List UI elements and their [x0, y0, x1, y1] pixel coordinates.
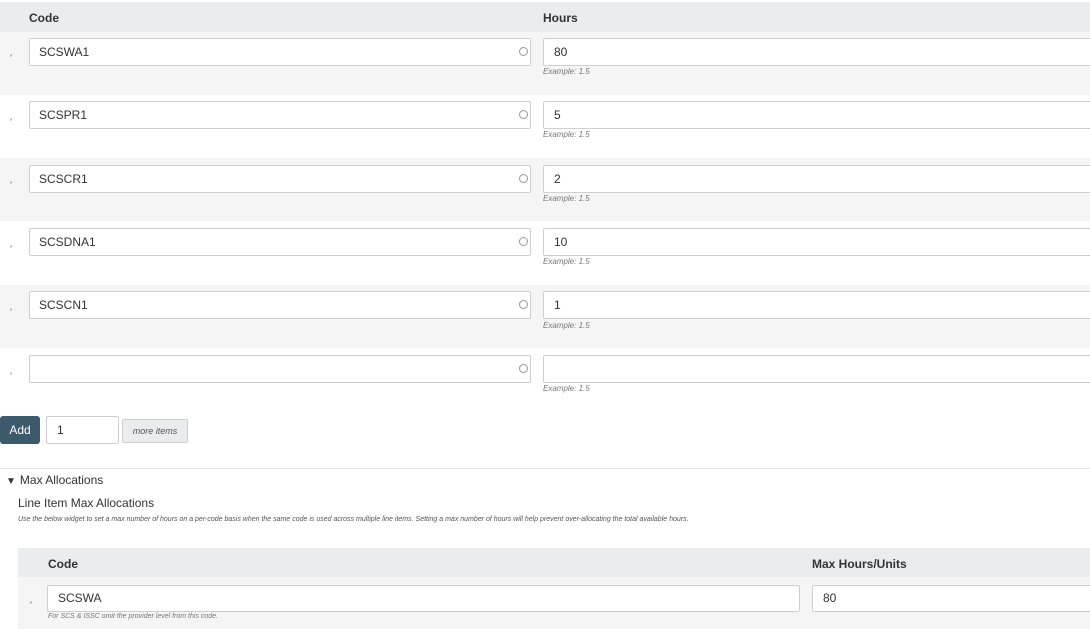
hours-column-header: Hours: [543, 11, 578, 25]
hours-input[interactable]: 1: [543, 291, 1090, 319]
code-column-header: Code: [48, 557, 78, 571]
drag-handle-icon[interactable]: ⸴: [10, 177, 12, 186]
add-button[interactable]: Add: [0, 416, 40, 444]
drag-handle-icon[interactable]: ⸴: [10, 114, 12, 123]
section-title: Line Item Max Allocations: [18, 496, 155, 510]
max-hours-input[interactable]: 80: [812, 585, 1090, 612]
drag-handle-icon[interactable]: ⸴: [10, 241, 12, 250]
section-description: Use the below widget to set a max number…: [18, 516, 689, 523]
hours-input[interactable]: [543, 355, 1090, 383]
hours-input[interactable]: 10: [543, 228, 1090, 256]
code-input[interactable]: SCSDNA1: [29, 228, 531, 256]
more-items-button[interactable]: more items: [122, 419, 188, 443]
max-allocations-summary-label: Max Allocations: [19, 473, 104, 487]
hours-hint: Example: 1.5: [543, 384, 590, 393]
section-divider: [0, 468, 1090, 469]
code-input[interactable]: SCSPR1: [29, 101, 531, 129]
hours-input[interactable]: 2: [543, 165, 1090, 193]
circle-icon: [519, 300, 528, 309]
hours-hint: Example: 1.5: [543, 67, 590, 76]
hours-hint: Example: 1.5: [543, 130, 590, 139]
code-input[interactable]: SCSCN1: [29, 291, 531, 319]
drag-handle-icon[interactable]: ⸴: [10, 368, 12, 377]
table-header: Code Hours: [0, 2, 1090, 32]
triangle-down-icon: ▼: [6, 476, 16, 487]
max-code-input[interactable]: SCSWA: [47, 585, 800, 612]
drag-handle-icon[interactable]: ⸴: [30, 597, 32, 606]
circle-icon: [519, 47, 528, 56]
code-input[interactable]: [29, 355, 531, 383]
code-input[interactable]: SCSWA1: [29, 38, 531, 66]
max-allocations-table-header: Code Max Hours/Units: [18, 548, 1090, 577]
hours-hint: Example: 1.5: [543, 321, 590, 330]
circle-icon: [519, 237, 528, 246]
drag-handle-icon[interactable]: ⸴: [10, 50, 12, 59]
drag-handle-icon[interactable]: ⸴: [10, 304, 12, 313]
code-input[interactable]: SCSCR1: [29, 165, 531, 193]
item-count-input[interactable]: 1: [46, 416, 119, 444]
hours-hint: Example: 1.5: [543, 257, 590, 266]
code-hint: For SCS & ISSC omit the provider level f…: [48, 613, 219, 620]
circle-icon: [519, 364, 528, 373]
circle-icon: [519, 174, 528, 183]
code-column-header: Code: [29, 11, 59, 25]
circle-icon: [519, 110, 528, 119]
hours-input[interactable]: 5: [543, 101, 1090, 129]
max-allocations-toggle[interactable]: ▼ Max Allocations: [6, 473, 103, 487]
hours-input[interactable]: 80: [543, 38, 1090, 66]
max-hours-column-header: Max Hours/Units: [812, 557, 907, 571]
hours-hint: Example: 1.5: [543, 194, 590, 203]
